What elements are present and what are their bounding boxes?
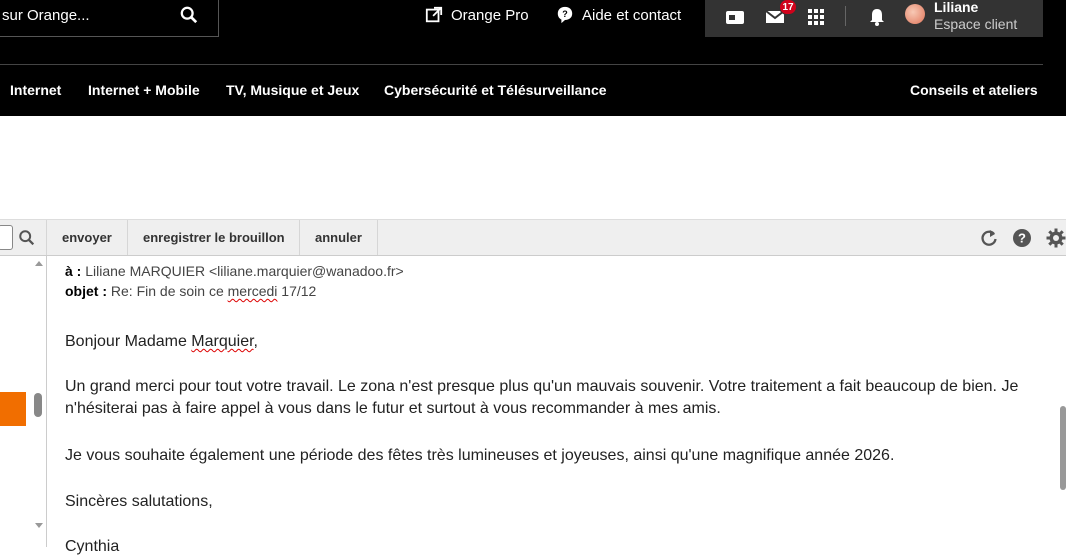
search-input[interactable]: sur Orange... (2, 7, 90, 24)
nav-conseils-ateliers[interactable]: Conseils et ateliers (910, 82, 1038, 98)
subject-text-post: 17/12 (277, 283, 317, 299)
external-link-icon (425, 6, 443, 23)
search-icon[interactable] (180, 6, 198, 24)
body-paragraph-1[interactable]: Un grand merci pour tout votre travail. … (65, 376, 1025, 420)
selected-folder-marker[interactable] (0, 392, 26, 426)
to-line: à : Liliane MARQUIER <liliane.marquier@w… (65, 263, 404, 279)
greeting-punct: , (253, 333, 258, 350)
subject-label: objet : (65, 283, 107, 299)
nav-internet[interactable]: Internet (10, 82, 61, 98)
cancel-button[interactable]: annuler (299, 220, 378, 255)
aide-contact-label: Aide et contact (582, 6, 682, 24)
search-icon[interactable] (18, 229, 36, 247)
to-value: Liliane MARQUIER <liliane.marquier@wanad… (85, 263, 404, 279)
help-icon[interactable]: ? (1012, 228, 1032, 248)
apps-grid-icon[interactable] (806, 7, 826, 27)
search-field[interactable]: sur Orange... (0, 0, 219, 37)
subject-misspelled-word: mercedi (227, 283, 278, 299)
signature[interactable]: Cynthia (65, 536, 1025, 558)
save-draft-button[interactable]: enregistrer le brouillon (127, 220, 300, 255)
folder-scrollbar-thumb[interactable] (34, 393, 42, 417)
gear-icon[interactable] (1046, 228, 1066, 248)
greeting-name: Marquier (191, 333, 254, 350)
subject-line: objet : Re: Fin de soin ce mercedi 17/12 (65, 283, 316, 299)
refresh-icon[interactable] (979, 228, 999, 248)
svg-text:?: ? (562, 9, 568, 19)
mail-count-badge: 17 (779, 0, 797, 15)
orange-pro-link[interactable]: Orange Pro (425, 6, 529, 24)
aide-contact-link[interactable]: ? Aide et contact (556, 6, 681, 24)
greeting[interactable]: Bonjour Madame Marquier, (65, 331, 1025, 353)
toolbar-search-input[interactable] (0, 225, 13, 250)
editor-scrollbar-thumb[interactable] (1060, 406, 1066, 490)
message-editor[interactable]: à : Liliane MARQUIER <liliane.marquier@w… (47, 256, 1058, 555)
scroll-down-arrow-icon[interactable] (34, 522, 44, 530)
nav-tv-musique-jeux[interactable]: TV, Musique et Jeux (226, 82, 359, 98)
wallet-icon[interactable] (725, 7, 745, 27)
scroll-up-arrow-icon[interactable] (34, 259, 44, 267)
editor-scrollbar[interactable] (1058, 256, 1066, 547)
send-button[interactable]: envoyer (46, 220, 127, 255)
nav-cybersecurite[interactable]: Cybersécurité et Télésurveillance (384, 82, 607, 98)
greeting-text: Bonjour Madame (65, 333, 192, 350)
orange-pro-label: Orange Pro (451, 6, 529, 24)
help-bubble-icon: ? (557, 6, 573, 24)
user-subtitle[interactable]: Espace client (934, 16, 1017, 32)
body-paragraph-2[interactable]: Je vous souhaite également une période d… (65, 445, 1025, 467)
mail-toolbar: envoyer enregistrer le brouillon annuler… (0, 219, 1066, 256)
bell-icon[interactable] (867, 7, 887, 27)
user-name[interactable]: Liliane (934, 0, 978, 15)
top-header: sur Orange... Orange Pro ? Aide et conta… (0, 0, 1066, 116)
closing[interactable]: Sincères salutations, (65, 491, 1025, 513)
divider (845, 6, 846, 26)
subject-text-pre: Re: Fin de soin ce (110, 283, 228, 299)
nav-internet-mobile[interactable]: Internet + Mobile (88, 82, 200, 98)
svg-text:?: ? (1018, 231, 1026, 246)
avatar[interactable] (905, 4, 925, 24)
header-divider (0, 64, 1043, 65)
to-label: à : (65, 263, 82, 279)
